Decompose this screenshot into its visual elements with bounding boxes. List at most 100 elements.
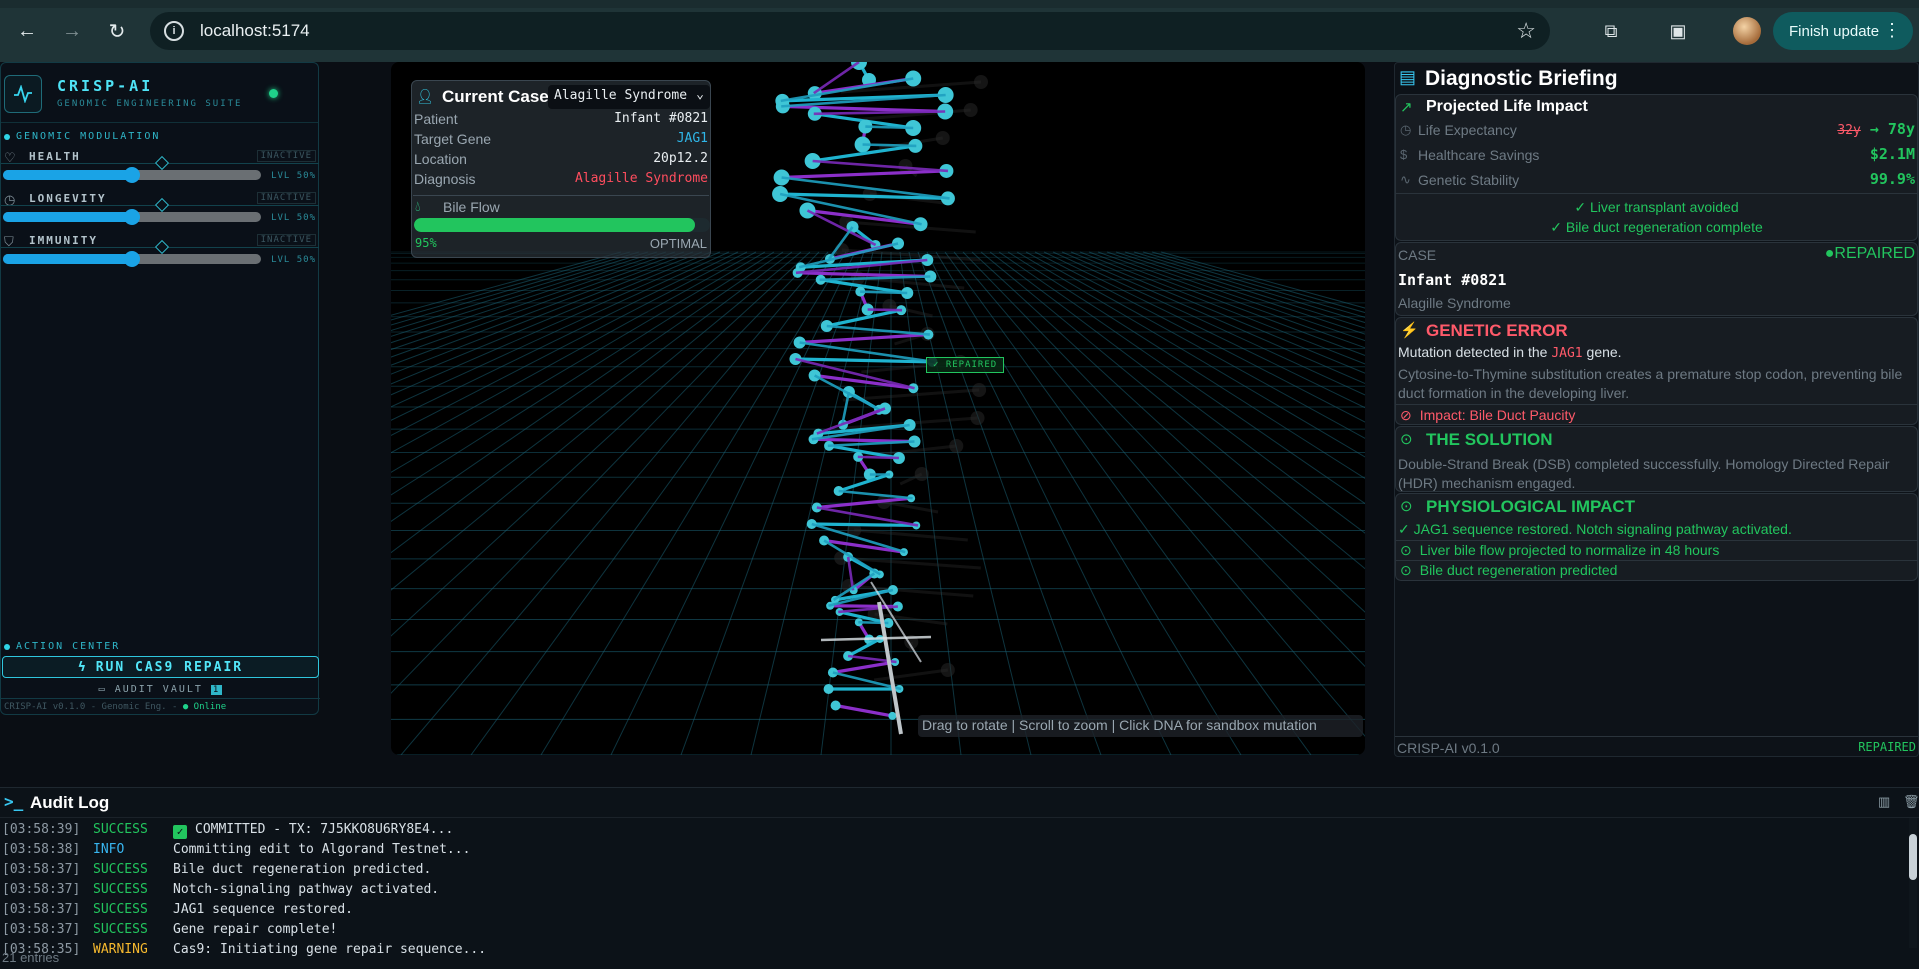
log-timestamp: [03:58:37] bbox=[2, 882, 81, 897]
footer-version: CRISP-AI v0.1.0 bbox=[1397, 740, 1500, 756]
case-row-key: Diagnosis bbox=[414, 171, 476, 187]
module-slider-thumb[interactable] bbox=[124, 251, 140, 267]
module-state-badge[interactable]: INACTIVE bbox=[256, 192, 316, 204]
metric-label: Life Expectancy bbox=[1418, 122, 1517, 138]
version-text: CRISP-AI v0.1.0 - Genomic Eng. - bbox=[4, 702, 178, 712]
profile-avatar[interactable] bbox=[1733, 17, 1761, 45]
module-label: HEALTH bbox=[29, 150, 81, 163]
metric-new-value: 78y bbox=[1887, 120, 1915, 138]
log-message-text: JAG1 sequence restored. bbox=[173, 902, 354, 917]
section-title-modulation: GENOMIC MODULATION bbox=[1, 131, 318, 142]
finish-update-button[interactable]: Finish update ⋮ bbox=[1773, 12, 1913, 50]
base-pair bbox=[847, 637, 881, 658]
reload-icon[interactable]: ↻ bbox=[103, 17, 131, 45]
solution-description: Double-Strand Break (DSB) completed succ… bbox=[1398, 456, 1890, 491]
case-row-key: Location bbox=[414, 151, 467, 167]
log-message-text: Cas9: Initiating gene repair sequence... bbox=[173, 942, 487, 957]
droplet-icon: 💧︎ bbox=[415, 198, 421, 214]
trending-up-icon: ↗ bbox=[1400, 99, 1413, 116]
more-menu-icon[interactable]: ⋮ bbox=[1883, 20, 1901, 41]
bookmark-star-icon[interactable]: ☆ bbox=[1516, 18, 1536, 44]
case-row-key: Target Gene bbox=[414, 131, 492, 147]
audit-log-header: >_ Audit Log ▥ 🗑︎ bbox=[0, 788, 1919, 818]
nucleotide bbox=[823, 684, 834, 694]
footer-status: REPAIRED bbox=[1858, 740, 1916, 754]
backbone-strand bbox=[867, 308, 903, 312]
check-circle-icon: ⊙ bbox=[1400, 542, 1412, 558]
mutation-pre: Mutation detected in the bbox=[1398, 344, 1552, 360]
repaired-marker: ✓ REPAIRED bbox=[926, 357, 1005, 373]
cast-icon[interactable]: ▣ bbox=[1665, 18, 1691, 44]
extensions-icon[interactable]: ⧉ bbox=[1598, 18, 1624, 44]
site-info-icon[interactable]: i bbox=[164, 21, 184, 41]
check-item: ✓ Bile duct regeneration complete bbox=[1550, 219, 1763, 235]
back-arrow-icon[interactable]: ← bbox=[13, 17, 41, 45]
tab-strip bbox=[0, 0, 1919, 8]
case-patient-id: Infant #0821 bbox=[1398, 271, 1507, 289]
base-pair bbox=[781, 169, 947, 180]
alert-icon: ⊘ bbox=[1400, 407, 1412, 423]
check-circle-icon: ⊙ bbox=[1400, 431, 1413, 448]
briefing-header: ▤ Diagnostic Briefing bbox=[1395, 63, 1918, 93]
metric-old-value: 32y bbox=[1837, 123, 1861, 138]
finish-update-label: Finish update bbox=[1789, 22, 1880, 40]
case-status-badge: ●REPAIRED bbox=[1824, 245, 1915, 262]
module-state-badge[interactable]: INACTIVE bbox=[256, 234, 316, 246]
ghost-nucleotide bbox=[940, 663, 955, 677]
backbone-strand bbox=[860, 290, 908, 295]
case-label: CASE bbox=[1398, 247, 1437, 263]
log-message-text: Notch-signaling pathway activated. bbox=[173, 882, 440, 897]
module-level: LVL 50% bbox=[271, 255, 316, 265]
ghost-nucleotide bbox=[935, 131, 950, 145]
modulation-longevity: ◷ LONGEVITY INACTIVE LVL 50% bbox=[1, 188, 319, 230]
case-summary-card: CASE ●REPAIRED Infant #0821 Alagille Syn… bbox=[1395, 242, 1918, 316]
brand-subtitle: GENOMIC ENGINEERING SUITE bbox=[57, 99, 243, 109]
mutation-statement: Mutation detected in the JAG1 gene. bbox=[1398, 344, 1622, 361]
briefing-title: Diagnostic Briefing bbox=[1425, 67, 1618, 90]
trash-icon[interactable]: 🗑︎ bbox=[1903, 794, 1919, 810]
case-select[interactable]: Alagille Syndrome ⌄ bbox=[548, 85, 710, 109]
module-state-badge[interactable]: INACTIVE bbox=[256, 150, 316, 162]
module-slider-thumb[interactable] bbox=[124, 209, 140, 225]
scrollbar-thumb[interactable] bbox=[1909, 834, 1917, 880]
forward-arrow-icon[interactable]: → bbox=[58, 17, 86, 45]
log-message: ✓ COMMITTED - TX: 7J5KKO8U6RY8E4... bbox=[173, 822, 453, 839]
physiological-item-text: Bile duct regeneration predicted bbox=[1419, 562, 1618, 578]
metric-life-expectancy: ◷ Life Expectancy 32y → 78y bbox=[1396, 119, 1917, 143]
physiological-title: PHYSIOLOGICAL IMPACT bbox=[1426, 497, 1636, 516]
module-slider-fill bbox=[3, 170, 132, 180]
life-impact-card: ↗ Projected Life Impact ◷ Life Expectanc… bbox=[1395, 94, 1918, 241]
ghost-base-pair bbox=[873, 668, 949, 682]
run-cas9-repair-button[interactable]: ϟ RUN CAS9 REPAIR bbox=[2, 656, 319, 678]
control-sidebar: CRISP-AI GENOMIC ENGINEERING SUITE GENOM… bbox=[0, 62, 320, 715]
log-timestamp: [03:58:38] bbox=[2, 842, 81, 857]
browser-toolbar: ← → ↻ i localhost:5174 ☆ ⧉ ▣ Finish upda… bbox=[0, 0, 1919, 62]
case-row: Patient Infant #0821 bbox=[412, 109, 710, 129]
base-pair bbox=[832, 660, 896, 675]
entries-count: 21 entries bbox=[2, 950, 60, 965]
dna-viewport[interactable]: 👤︎ Current Case Alagille Syndrome ⌄ Pati… bbox=[391, 62, 1365, 755]
address-bar[interactable]: i localhost:5174 ☆ bbox=[150, 12, 1550, 50]
nucleotide bbox=[888, 711, 897, 720]
log-timestamp: [03:58:37] bbox=[2, 902, 81, 917]
columns-icon[interactable]: ▥ bbox=[1878, 794, 1890, 810]
bile-flow-label: Bile Flow bbox=[443, 199, 500, 215]
diagnostic-briefing-panel: ▤ Diagnostic Briefing ↗ Projected Life I… bbox=[1394, 62, 1919, 757]
module-level: LVL 50% bbox=[271, 171, 316, 181]
user-icon: 👤︎ bbox=[416, 88, 434, 104]
brand-name: CRISP-AI bbox=[57, 77, 154, 95]
dna-error-icon: ⚡ bbox=[1400, 322, 1419, 339]
pulse-icon: ∿ bbox=[1400, 172, 1411, 187]
audit-vault-button[interactable]: ▭ AUDIT VAULT 1 bbox=[1, 681, 320, 699]
log-level: SUCCESS bbox=[93, 862, 148, 877]
log-message: Notch-signaling pathway activated. bbox=[173, 882, 439, 897]
log-message-text: Gene repair complete! bbox=[173, 922, 338, 937]
backbone-strand bbox=[826, 324, 930, 336]
url-text[interactable]: localhost:5174 bbox=[200, 21, 310, 41]
module-marker bbox=[154, 239, 170, 255]
solution-title: THE SOLUTION bbox=[1426, 430, 1553, 449]
clock-icon: ◷ bbox=[1400, 122, 1412, 137]
log-message: Cas9: Initiating gene repair sequence... bbox=[173, 942, 486, 957]
log-scrollbar[interactable] bbox=[1909, 818, 1917, 948]
module-slider-thumb[interactable] bbox=[124, 167, 140, 183]
